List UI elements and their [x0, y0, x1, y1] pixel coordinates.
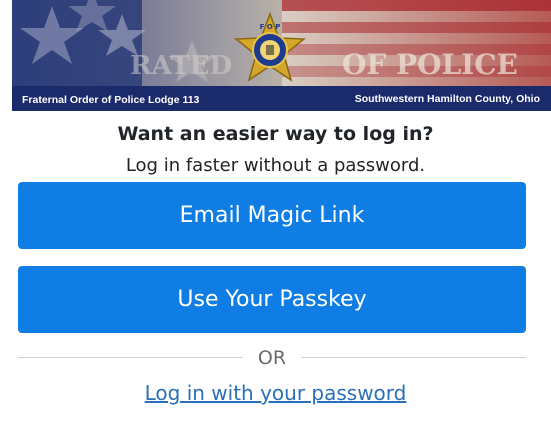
- email-magic-link-button[interactable]: Email Magic Link: [18, 182, 526, 249]
- header-banner: RATED OF POLICE F O P Fraternal Order of…: [12, 0, 551, 111]
- banner-watermark-left: RATED: [130, 51, 232, 81]
- divider-or-label: OR: [257, 347, 287, 369]
- divider-line-right: [301, 357, 526, 358]
- banner-watermark-right: OF POLICE: [342, 48, 518, 81]
- banner-right-caption: Southwestern Hamilton County, Ohio: [355, 93, 540, 105]
- login-with-password-link[interactable]: Log in with your password: [145, 381, 407, 405]
- use-passkey-button[interactable]: Use Your Passkey: [18, 266, 526, 333]
- flag-stripes: OF POLICE: [282, 0, 551, 86]
- login-subheading: Log in faster without a password.: [125, 155, 426, 176]
- banner-left-caption: Fraternal Order of Police Lodge 113: [22, 94, 200, 106]
- login-heading: Want an easier way to log in?: [117, 123, 434, 145]
- or-divider: OR: [18, 344, 526, 372]
- password-link-row: Log in with your password: [0, 380, 551, 406]
- emblem-letters: F O P: [260, 23, 281, 31]
